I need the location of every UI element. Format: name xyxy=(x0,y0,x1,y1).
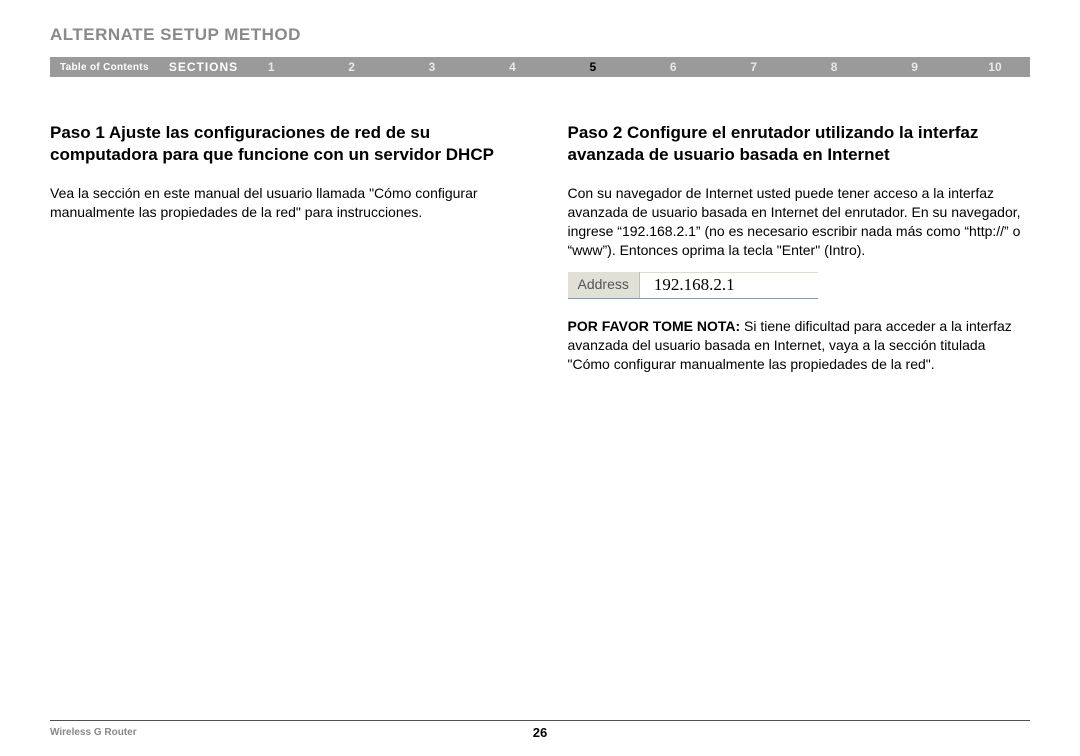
sections-label: SECTIONS xyxy=(159,60,256,74)
step2-body: Con su navegador de Internet usted puede… xyxy=(568,184,1031,260)
page-number: 26 xyxy=(533,725,547,740)
page-footer: Wireless G Router 26 xyxy=(50,720,1030,738)
section-link-2[interactable]: 2 xyxy=(337,60,367,74)
section-numbers: 1 2 3 4 5 6 7 8 9 10 xyxy=(256,60,1030,74)
section-link-4[interactable]: 4 xyxy=(497,60,527,74)
section-link-1[interactable]: 1 xyxy=(256,60,286,74)
page-title: ALTERNATE SETUP METHOD xyxy=(50,25,1030,45)
step1-body: Vea la sección en este manual del usuari… xyxy=(50,184,513,222)
section-link-9[interactable]: 9 xyxy=(900,60,930,74)
left-column: Paso 1 Ajuste las configuraciones de red… xyxy=(50,122,513,373)
toc-link[interactable]: Table of Contents xyxy=(50,62,159,73)
step1-heading: Paso 1 Ajuste las configuraciones de red… xyxy=(50,122,513,166)
footer-product: Wireless G Router xyxy=(50,727,137,738)
note-label: POR FAVOR TOME NOTA: xyxy=(568,318,741,334)
section-link-8[interactable]: 8 xyxy=(819,60,849,74)
section-nav: Table of Contents SECTIONS 1 2 3 4 5 6 7… xyxy=(50,57,1030,77)
section-link-10[interactable]: 10 xyxy=(980,60,1010,74)
right-column: Paso 2 Configure el enrutador utilizando… xyxy=(568,122,1031,373)
address-input[interactable]: 192.168.2.1 xyxy=(640,272,818,298)
browser-address-bar: Address 192.168.2.1 xyxy=(568,272,818,299)
step2-heading: Paso 2 Configure el enrutador utilizando… xyxy=(568,122,1031,166)
section-link-5[interactable]: 5 xyxy=(578,60,608,74)
section-link-6[interactable]: 6 xyxy=(658,60,688,74)
address-label: Address xyxy=(568,272,640,298)
note-text: POR FAVOR TOME NOTA: Si tiene dificultad… xyxy=(568,317,1031,374)
section-link-3[interactable]: 3 xyxy=(417,60,447,74)
section-link-7[interactable]: 7 xyxy=(739,60,769,74)
